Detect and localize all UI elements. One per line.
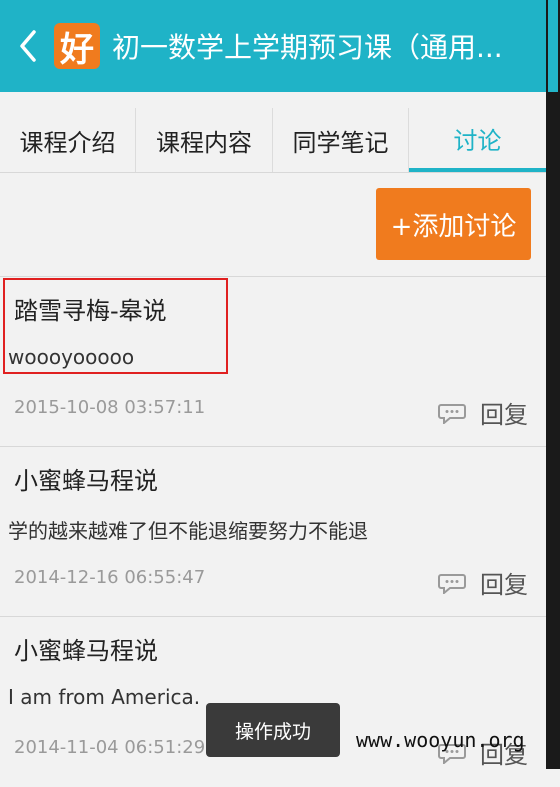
tab-discussion[interactable]: 讨论 bbox=[409, 108, 546, 172]
post-content: I am from America. bbox=[8, 685, 201, 709]
app-header: 好 初一数学上学期预习课（通用... bbox=[0, 0, 546, 92]
app-logo: 好 bbox=[54, 23, 100, 70]
tab-classmate-notes[interactable]: 同学笔记 bbox=[273, 108, 409, 172]
post-time: 2014-11-04 06:51:29 bbox=[14, 737, 206, 758]
list-item: 小蜜蜂马程说 学的越来越难了但不能退缩要努力不能退 2014-12-16 06:… bbox=[0, 447, 546, 617]
back-button[interactable] bbox=[8, 0, 48, 92]
highlight-box bbox=[3, 278, 228, 374]
right-edge-strip bbox=[546, 0, 560, 769]
tab-divider bbox=[0, 172, 546, 173]
reply-button[interactable]: 回复 bbox=[438, 565, 528, 600]
page-title: 初一数学上学期预习课（通用... bbox=[112, 31, 503, 64]
post-time: 2014-12-16 06:55:47 bbox=[14, 567, 206, 588]
reply-button[interactable]: 回复 bbox=[438, 395, 528, 430]
comment-icon bbox=[438, 573, 466, 594]
post-author: 小蜜蜂马程说 bbox=[14, 467, 158, 495]
list-item: 小蜜蜂马程说 I am from America. 2014-11-04 06:… bbox=[0, 617, 546, 787]
post-time: 2015-10-08 03:57:11 bbox=[14, 397, 206, 418]
reply-label: 回复 bbox=[480, 401, 528, 429]
post-content: 学的越来越难了但不能退缩要努力不能退 bbox=[8, 519, 368, 543]
reply-label: 回复 bbox=[480, 571, 528, 599]
add-discussion-button[interactable]: +添加讨论 bbox=[376, 188, 531, 260]
back-arrow-icon bbox=[20, 30, 36, 62]
tab-bar: 课程介绍 课程内容 同学笔记 讨论 bbox=[0, 108, 546, 172]
watermark-text: www.wooyun.org bbox=[356, 728, 525, 752]
right-edge-glow bbox=[548, 0, 558, 92]
post-author: 小蜜蜂马程说 bbox=[14, 637, 158, 665]
toast-message: 操作成功 bbox=[206, 703, 340, 757]
comment-icon bbox=[438, 403, 466, 424]
tab-course-content[interactable]: 课程内容 bbox=[136, 108, 273, 172]
tab-course-intro[interactable]: 课程介绍 bbox=[0, 108, 136, 172]
